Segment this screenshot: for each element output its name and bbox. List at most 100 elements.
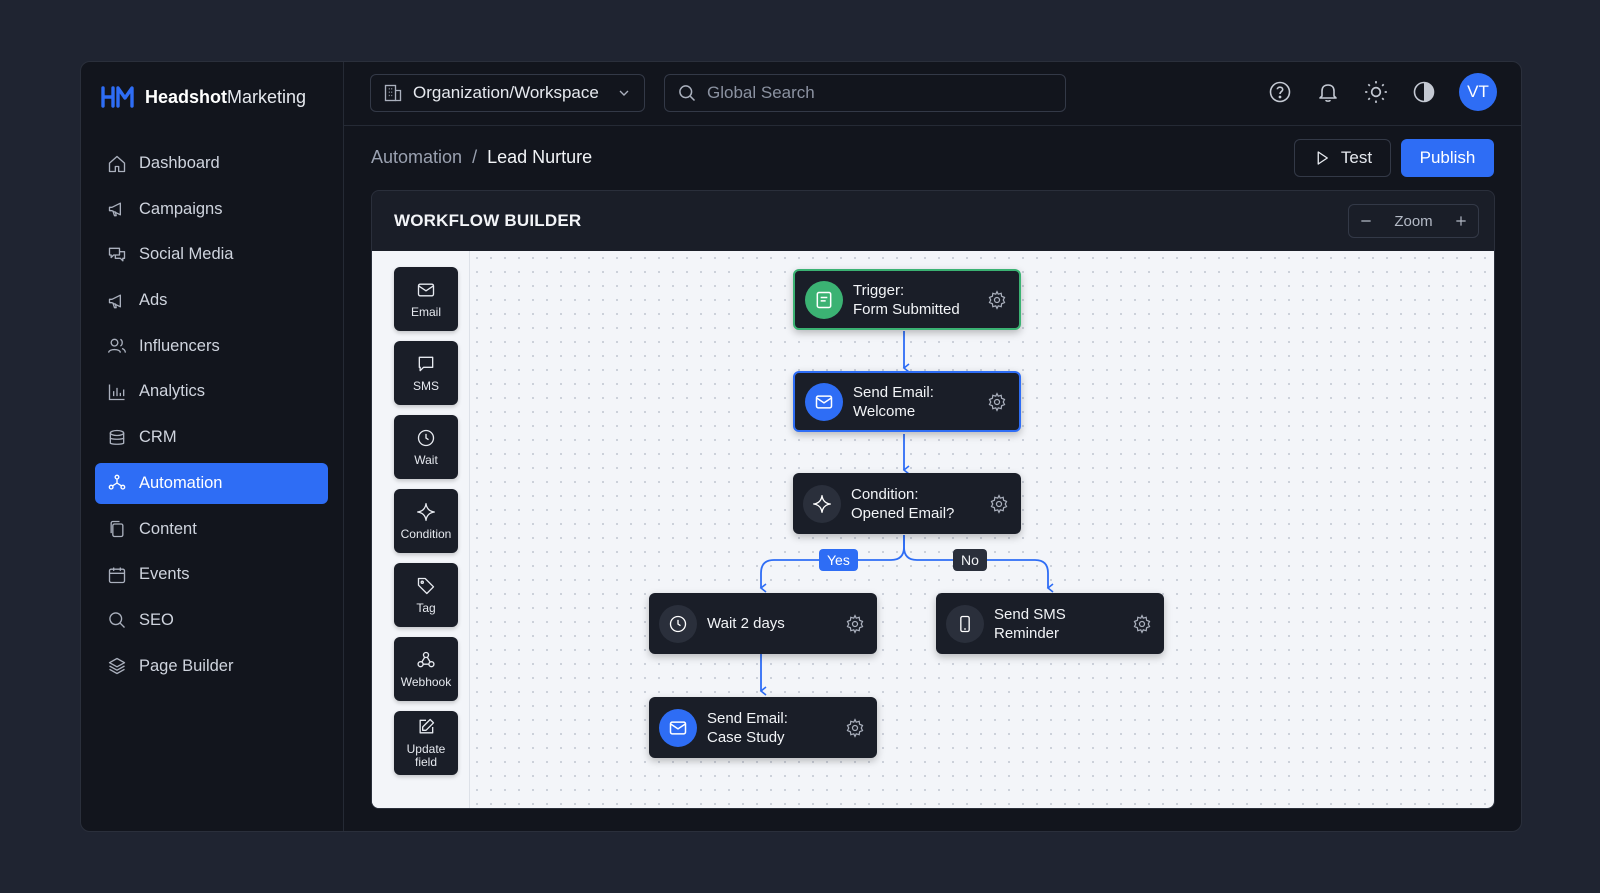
search-input[interactable] (707, 83, 1047, 103)
node-label: Send Email: Case Study (707, 709, 835, 747)
workspace-label: Organization/Workspace (413, 83, 599, 102)
node-label-line1: Send SMS (994, 605, 1066, 623)
node-label-line2: Opened Email? (851, 504, 955, 522)
layers-icon (108, 657, 126, 675)
sidebar-item-dashboard[interactable]: Dashboard (95, 143, 328, 184)
brightness-button[interactable] (1363, 79, 1389, 105)
avatar[interactable]: VT (1459, 73, 1497, 111)
bar-chart-icon (108, 384, 125, 401)
sidebar-item-social-media[interactable]: Social Media (95, 234, 328, 275)
help-icon (1269, 81, 1291, 103)
sidebar-item-label: Social Media (139, 245, 234, 264)
node-label: Condition: Opened Email? (851, 485, 979, 523)
building-icon (384, 84, 402, 102)
top-bar: Organization/Workspace VT (344, 62, 1521, 126)
help-button[interactable] (1267, 79, 1293, 105)
node-send-email-case-study[interactable]: Send Email: Case Study (649, 697, 877, 758)
node-label-line2: Welcome (853, 402, 916, 420)
breadcrumb-parent[interactable]: Automation (371, 147, 462, 168)
megaphone-icon (108, 202, 121, 217)
node-label: Trigger: Form Submitted (853, 281, 977, 319)
zoom-label: Zoom (1394, 212, 1433, 230)
sidebar-item-ads[interactable]: Ads (95, 280, 328, 321)
sidebar-item-label: Page Builder (139, 656, 234, 675)
zoom-in-icon[interactable] (1454, 214, 1468, 228)
node-send-sms[interactable]: Send SMS Reminder (936, 593, 1164, 654)
form-icon (805, 280, 843, 319)
gear-icon[interactable] (1132, 613, 1152, 634)
sidebar-item-label: Influencers (139, 336, 220, 355)
node-label-line1: Send Email: (707, 709, 788, 727)
test-button[interactable]: Test (1294, 139, 1391, 177)
node-label-line1: Wait 2 days (707, 615, 785, 632)
sidebar-item-content[interactable]: Content (95, 509, 328, 550)
phone-icon (946, 604, 984, 643)
gear-icon[interactable] (987, 289, 1007, 310)
gear-icon[interactable] (987, 391, 1007, 412)
branch-no-label: No (953, 549, 987, 571)
node-send-email-welcome[interactable]: Send Email: Welcome (793, 371, 1021, 432)
workspace-selector[interactable]: Organization/Workspace (370, 74, 645, 112)
sidebar-item-events[interactable]: Events (95, 554, 328, 595)
sun-icon (1365, 81, 1387, 103)
clock-icon (659, 604, 697, 643)
brand-logo[interactable]: HeadshotMarketing (101, 86, 306, 108)
calendar-icon (108, 567, 126, 583)
gear-icon[interactable] (845, 717, 865, 738)
gear-icon[interactable] (989, 493, 1009, 514)
bell-icon (1319, 84, 1337, 102)
megaphone-icon (108, 294, 121, 308)
sidebar-item-label: Analytics (139, 382, 206, 401)
node-label: Send Email: Welcome (853, 383, 977, 421)
sidebar-item-crm[interactable]: CRM (95, 417, 328, 458)
sidebar-item-label: Dashboard (139, 154, 220, 172)
global-search[interactable] (664, 74, 1066, 112)
publish-button[interactable]: Publish (1401, 139, 1494, 177)
sidebar-item-label: SEO (139, 610, 174, 629)
node-label-line1: Trigger: (853, 281, 905, 299)
contrast-icon (1413, 81, 1435, 103)
sidebar-item-analytics[interactable]: Analytics (95, 371, 328, 412)
copy-icon (110, 520, 124, 538)
sidebar-item-label: Events (139, 565, 190, 584)
node-label: Send SMS Reminder (994, 605, 1122, 643)
sidebar-item-seo[interactable]: SEO (95, 600, 328, 641)
breadcrumb-separator: / (472, 147, 478, 167)
search-icon (679, 85, 696, 102)
search-icon (109, 612, 125, 629)
node-wait[interactable]: Wait 2 days (649, 593, 877, 654)
breadcrumb-current: Lead Nurture (487, 147, 593, 167)
branch-yes-label: Yes (819, 549, 858, 571)
node-condition[interactable]: Condition: Opened Email? (793, 473, 1021, 534)
node-label-line2: Reminder (994, 624, 1060, 642)
node-label: Wait 2 days (707, 614, 835, 633)
sidebar-item-automation[interactable]: Automation (95, 462, 328, 504)
zoom-out-icon[interactable] (1359, 214, 1373, 228)
sidebar-item-label: Campaigns (139, 199, 223, 218)
node-label-line1: Condition: (851, 485, 919, 503)
notifications-button[interactable] (1315, 79, 1341, 105)
node-label-line1: Send Email: (853, 383, 934, 401)
sparkle-icon (803, 484, 841, 523)
test-button-label: Test (1340, 148, 1373, 167)
sidebar-item-label: Content (139, 519, 197, 538)
brand-name-bold: Headshot (145, 86, 228, 107)
sidebar-item-page-builder[interactable]: Page Builder (95, 646, 328, 687)
gear-icon[interactable] (845, 613, 865, 634)
sidebar-item-campaigns[interactable]: Campaigns (95, 189, 328, 230)
contrast-button[interactable] (1411, 79, 1437, 105)
play-icon (1317, 151, 1328, 165)
sidebar-item-label: Automation (139, 473, 223, 492)
panel-title: WORKFLOW BUILDER (394, 211, 582, 230)
logo-icon (101, 86, 134, 108)
automation-icon (108, 474, 126, 490)
workflow-panel: WORKFLOW BUILDER Zoom Email SMS Wait Con… (371, 190, 1495, 809)
node-trigger[interactable]: Trigger: Form Submitted (793, 269, 1021, 330)
workflow-canvas[interactable]: Email SMS Wait Condition Tag Webhook Upd… (372, 251, 1494, 808)
brand-name-regular: Marketing (227, 86, 307, 107)
sidebar-item-label: Ads (139, 291, 168, 310)
sidebar-item-influencers[interactable]: Influencers (95, 326, 328, 367)
app-window: HeadshotMarketing Dashboard Campaigns So… (80, 61, 1522, 832)
breadcrumb: Automation / Lead Nurture (371, 147, 592, 168)
node-label-line2: Form Submitted (853, 300, 960, 318)
